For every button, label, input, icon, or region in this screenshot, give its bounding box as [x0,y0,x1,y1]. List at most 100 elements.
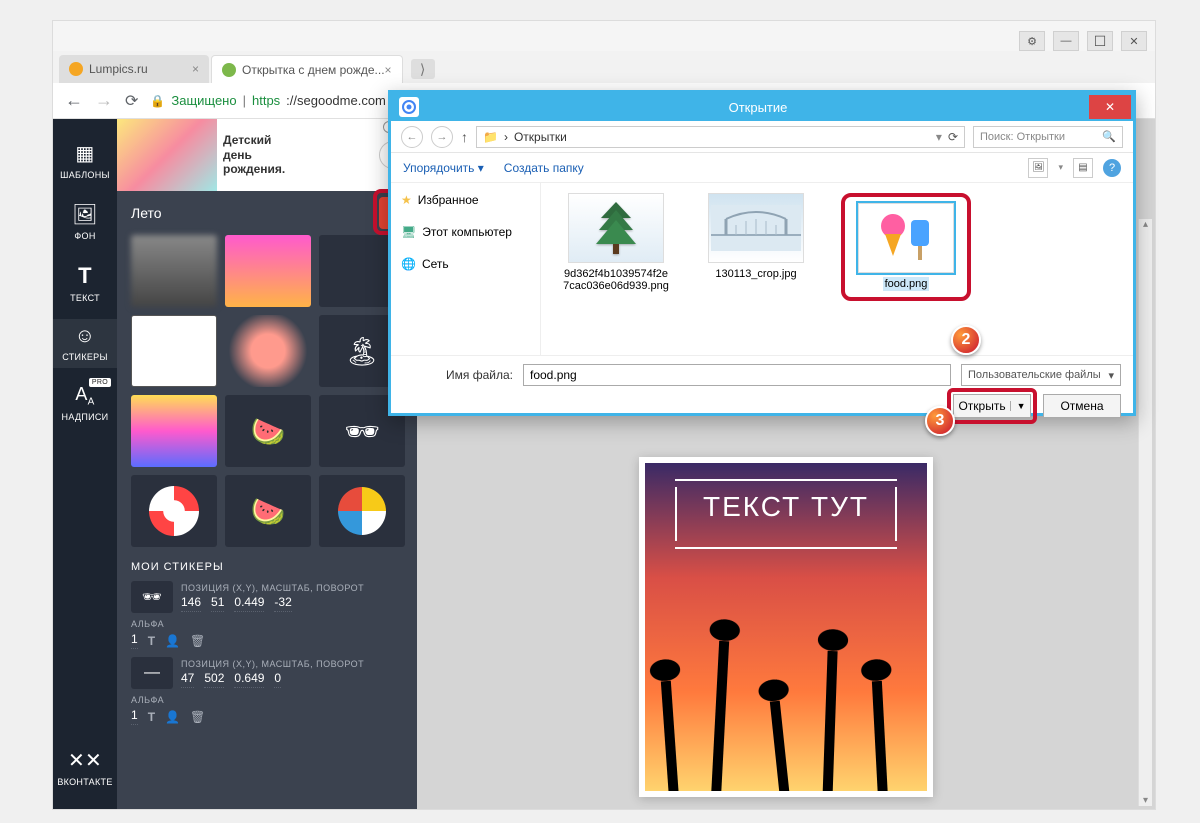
my-sticker-values: 47 502 0.649 0 [181,671,364,688]
breadcrumb-item[interactable]: Открытки [514,130,567,144]
alpha-value[interactable]: 1 [131,632,138,649]
sticker-thumb[interactable] [225,235,311,307]
tool-templates[interactable]: ▦ ШАБЛОНЫ [53,135,117,186]
alpha-controls: 1 T 👤 🗑 [131,632,403,649]
file-name: 130113_crop.jpg [713,267,798,281]
dialog-file-list[interactable]: 9d362f4b1039574f2e7cac036e06d939.png 130… [541,183,1133,355]
nav-reload-button[interactable]: ⟳ [125,91,138,111]
file-name: food.png [883,277,930,291]
dialog-folder-tree[interactable]: ★ Избранное 🖥 Этот компьютер 🌐 Сеть [391,183,541,355]
tool-background[interactable]: 🖼 ФОН [53,196,117,247]
alpha-value[interactable]: 1 [131,708,138,725]
new-tab-button[interactable]: ⟩ [411,59,435,79]
dialog-forward-button[interactable]: → [431,126,453,148]
dialog-up-button[interactable]: ↑ [461,129,468,145]
tool-label: ШАБЛОНЫ [60,170,110,180]
dialog-back-button[interactable]: ← [401,126,423,148]
annotation-highlight: food.png [841,193,971,301]
window-tool-button[interactable]: ⚙ [1019,31,1045,51]
sticker-thumb[interactable] [131,475,217,547]
sticker-thumb[interactable] [131,315,217,387]
background-icon: 🖼 [72,202,98,227]
sticker-thumb[interactable]: 🍉 [225,395,311,467]
tool-vk[interactable]: ✕✕ ВКОНТАКТЕ [53,742,117,793]
text-icon: T [78,263,92,289]
dialog-close-button[interactable]: ✕ [1089,95,1131,119]
tool-text[interactable]: T ТЕКСТ [53,257,117,309]
my-sticker-row[interactable]: 🕶 ПОЗИЦИЯ (X,Y), МАСШТАБ, ПОВОРОТ 146 51… [117,581,417,617]
view-mode-button[interactable]: 🖼 [1028,158,1048,178]
computer-icon: 🖥 [401,225,416,239]
help-icon[interactable]: ? [1103,159,1121,177]
window-close-button[interactable]: ✕ [1121,31,1147,51]
vk-icon: ✕✕ [68,748,102,773]
new-folder-button[interactable]: Создать папку [504,161,584,175]
network-icon: 🌐 [401,257,416,271]
ad-banner[interactable]: Детский день рождения. › i ✕ [117,119,417,191]
sticker-thumb[interactable] [131,395,217,467]
sticker-grid: 🏝 🍉 🕶 🍉 [117,235,417,547]
sticker-thumb[interactable] [131,235,217,307]
tree-favorites[interactable]: ★ Избранное [401,189,530,211]
window-minimize-button[interactable]: — [1053,31,1079,51]
my-sticker-meta-label: ПОЗИЦИЯ (X,Y), МАСШТАБ, ПОВОРОТ [181,583,364,593]
nav-forward-button[interactable]: → [95,90,113,111]
my-sticker-thumb: — [131,657,173,689]
delete-icon[interactable]: 🗑 [190,710,205,724]
file-thumbnail [858,203,954,273]
dialog-title: Открытие [427,100,1089,115]
file-item[interactable]: 130113_crop.jpg [701,193,811,345]
view-details-button[interactable]: ▤ [1073,158,1093,178]
alpha-label: АЛЬФА [131,695,403,705]
file-name: 9d362f4b1039574f2e7cac036e06d939.png [561,267,671,293]
sticker-thumb[interactable] [225,315,311,387]
search-icon: 🔍 [1102,130,1116,143]
dialog-search-input[interactable]: Поиск: Открытки 🔍 [973,126,1123,148]
tree-this-pc[interactable]: 🖥 Этот компьютер [401,221,530,243]
panel-category-title: Лето [131,205,162,221]
tree-network[interactable]: 🌐 Сеть [401,253,530,275]
pro-badge: PRO [89,378,111,387]
browser-tab-active[interactable]: Открытка с днем рожде... × [211,55,403,83]
window-maximize-button[interactable]: ☐ [1087,31,1113,51]
file-open-dialog: Открытие ✕ ← → ↑ 📁 › Открытки ▾ ⟳ Поиск:… [388,90,1136,416]
url-separator: | [243,93,246,108]
dialog-titlebar[interactable]: Открытие ✕ [391,93,1133,121]
tab-close-icon[interactable]: × [192,62,199,76]
layer-icon[interactable]: 👤 [165,710,180,724]
bold-icon[interactable]: T [148,710,155,724]
folder-icon: 📁 [483,130,498,144]
app-left-toolbar: ▦ ШАБЛОНЫ 🖼 ФОН T ТЕКСТ ☺ СТИКЕРЫ PRO AA… [53,119,117,809]
cancel-button[interactable]: Отмена [1043,394,1121,418]
sticker-thumb[interactable]: 🍉 [225,475,311,547]
dialog-breadcrumb[interactable]: 📁 › Открытки ▾ ⟳ [476,126,965,148]
file-item-selected[interactable]: food.png [851,203,961,291]
organize-menu[interactable]: Упорядочить [403,161,484,175]
tool-stickers[interactable]: ☺ СТИКЕРЫ [53,319,117,368]
open-button[interactable]: Открыть ▼ [953,394,1031,418]
file-item[interactable]: 9d362f4b1039574f2e7cac036e06d939.png [561,193,671,345]
browser-tab[interactable]: Lumpics.ru × [59,55,209,83]
vertical-scrollbar[interactable] [1138,219,1152,806]
browser-tabstrip: Lumpics.ru × Открытка с днем рожде... × … [53,51,1155,83]
filename-label: Имя файла: [403,368,513,382]
bold-icon[interactable]: T [148,634,155,648]
sticker-thumb[interactable] [319,475,405,547]
my-stickers-heading: МОИ СТИКЕРЫ [117,547,417,581]
tab-close-icon[interactable]: × [385,63,392,77]
refresh-icon[interactable]: ⟳ [948,130,958,144]
open-dropdown-icon[interactable]: ▼ [1010,401,1026,411]
layer-icon[interactable]: 👤 [165,634,180,648]
tool-captions[interactable]: PRO AA НАДПИСИ [53,378,117,428]
alpha-label: АЛЬФА [131,619,403,629]
file-type-filter[interactable]: Пользовательские файлы [961,364,1121,386]
nav-back-button[interactable]: ← [65,90,83,111]
my-sticker-thumb: 🕶 [131,581,173,613]
my-sticker-row[interactable]: — ПОЗИЦИЯ (X,Y), МАСШТАБ, ПОВОРОТ 47 502… [117,657,417,693]
filename-input[interactable] [523,364,951,386]
poster-placeholder-text[interactable]: ТЕКСТ ТУТ [703,491,869,523]
url-scheme: https [252,93,280,108]
delete-icon[interactable]: 🗑 [190,634,205,648]
poster-preview[interactable]: ТЕКСТ ТУТ [639,457,933,797]
dialog-footer: Имя файла: Пользовательские файлы Открыт… [391,355,1133,426]
